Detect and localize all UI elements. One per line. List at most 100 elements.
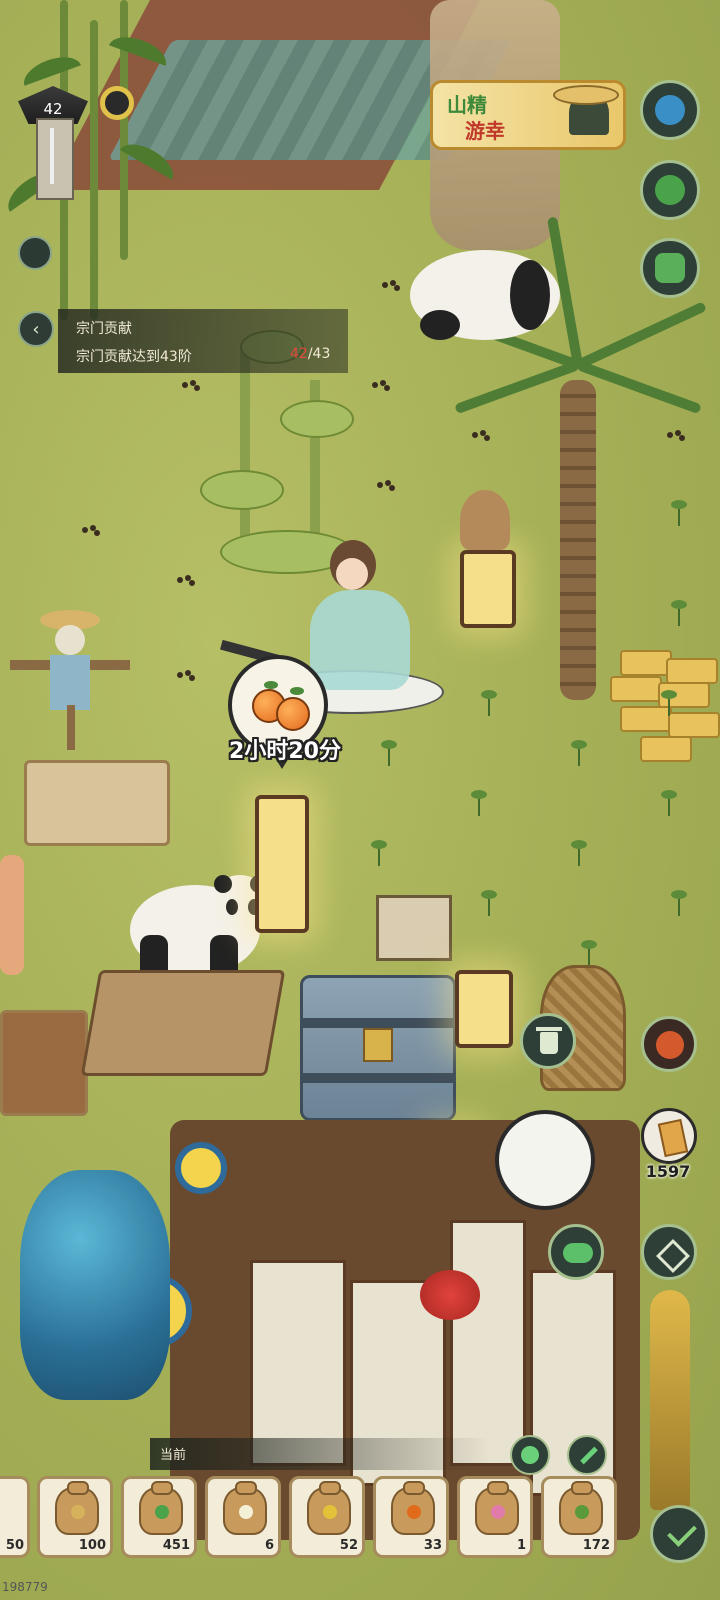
wave-button[interactable] xyxy=(640,80,700,140)
level-banner xyxy=(36,118,74,200)
diamond-button[interactable] xyxy=(641,1224,697,1280)
leaf-icon xyxy=(290,687,304,695)
cloud-button[interactable] xyxy=(548,1224,604,1280)
leaf-icon xyxy=(264,681,278,689)
quest-title: 宗门贡献 xyxy=(76,321,132,337)
wheat-seed-icon xyxy=(71,1505,85,1519)
lotus-seed-icon xyxy=(491,1505,505,1519)
signpost xyxy=(376,895,452,961)
paw-print xyxy=(470,430,492,444)
sprout xyxy=(660,690,678,716)
seed-sack-icon xyxy=(475,1481,519,1535)
pear-seed-icon xyxy=(323,1505,337,1519)
sprout xyxy=(480,690,498,716)
wooden-crate xyxy=(24,760,170,846)
sprout xyxy=(370,840,388,866)
sprout xyxy=(670,500,688,526)
orange-icon xyxy=(276,697,310,731)
peacock-statue xyxy=(20,1170,170,1400)
seed-slot[interactable]: 451 xyxy=(121,1476,197,1558)
seed-sack-icon xyxy=(139,1481,183,1535)
wave-icon xyxy=(655,95,685,125)
seed-slot[interactable]: 6 xyxy=(205,1476,281,1558)
search-button[interactable] xyxy=(100,86,134,120)
quest-progress-total: /43 xyxy=(307,346,331,362)
paw-print xyxy=(180,380,202,394)
leaf-menu-button[interactable] xyxy=(18,236,52,270)
game-scene xyxy=(0,0,720,1600)
event-banner-line2: 游幸 xyxy=(465,119,505,143)
straw-hat-icon xyxy=(553,85,619,105)
seed-count: 33 xyxy=(423,1538,442,1553)
sprout xyxy=(670,600,688,626)
seed-sack-icon xyxy=(391,1481,435,1535)
wooden-crate xyxy=(0,1010,88,1116)
cat-lantern xyxy=(440,490,530,650)
seed-count: 172 xyxy=(582,1538,610,1553)
seed-count: 1 xyxy=(516,1538,526,1553)
quest-description: 宗门贡献达到43阶 xyxy=(76,349,192,365)
work-table xyxy=(80,970,286,1076)
standing-lantern xyxy=(255,795,309,933)
paw-print xyxy=(370,380,392,394)
scroll-icon xyxy=(657,1118,689,1158)
cow-icon xyxy=(655,253,685,283)
seed-slot[interactable]: 100 xyxy=(37,1476,113,1558)
event-banner[interactable]: 山精 游幸 xyxy=(430,80,626,150)
chevron-left-icon: ‹ xyxy=(32,318,40,340)
level-value: 42 xyxy=(43,100,63,118)
tray-header: 当前 xyxy=(150,1438,490,1470)
paw-print xyxy=(380,280,402,294)
scarecrow xyxy=(10,590,130,750)
quest-progress: 42/43 xyxy=(290,346,330,362)
palm-leaf xyxy=(575,301,707,370)
panda-sleeping xyxy=(410,250,560,350)
seed-sack-icon xyxy=(559,1481,603,1535)
sprout xyxy=(670,890,688,916)
tray-header-label: 当前 xyxy=(160,1448,187,1463)
edit-button[interactable] xyxy=(567,1435,607,1475)
bamboo-stalk xyxy=(90,20,98,320)
seed-count: 6 xyxy=(264,1538,274,1553)
quest-tracker[interactable]: 宗门贡献 宗门贡献达到43阶 42/43 xyxy=(58,309,348,373)
harvest-timer-text: 2小时20分 xyxy=(229,739,341,764)
seed-sack-icon xyxy=(307,1481,351,1535)
quest-collapse-button[interactable]: ‹ xyxy=(18,311,54,347)
sprout xyxy=(570,740,588,766)
trash-button[interactable] xyxy=(520,1013,576,1069)
seed-slot[interactable]: 33 xyxy=(373,1476,449,1558)
daisy-seed-icon xyxy=(239,1505,253,1519)
paw-print xyxy=(80,525,102,539)
sprout xyxy=(470,790,488,816)
seed-tray: 100 451 6 52 33 1 172 xyxy=(0,1476,640,1568)
player-id: 198779 xyxy=(2,1580,48,1594)
seed-sack-icon xyxy=(223,1481,267,1535)
confirm-button[interactable] xyxy=(650,1505,708,1563)
sprout xyxy=(380,740,398,766)
cow-button[interactable] xyxy=(640,238,700,298)
quest-progress-current: 42 xyxy=(290,346,308,362)
emote-button[interactable] xyxy=(510,1435,550,1475)
bamboo-leaf xyxy=(19,50,81,86)
seed-slot[interactable]: 1 xyxy=(457,1476,533,1558)
sprout xyxy=(660,790,678,816)
currency-button[interactable] xyxy=(641,1108,697,1164)
npc-child xyxy=(0,855,24,975)
seed-slot[interactable]: 172 xyxy=(541,1476,617,1558)
sprout xyxy=(580,940,598,966)
action-joystick[interactable] xyxy=(495,1110,595,1210)
storage-chest xyxy=(300,975,456,1121)
paw-print xyxy=(175,670,197,684)
standing-lantern xyxy=(455,970,513,1048)
paw-print xyxy=(175,575,197,589)
monster-button[interactable] xyxy=(641,1016,697,1072)
seed-count: 100 xyxy=(78,1538,106,1553)
golden-lamp xyxy=(650,1290,690,1510)
clover-seed-icon xyxy=(155,1505,169,1519)
event-banner-line1: 山精 xyxy=(447,93,487,117)
seed-slot[interactable]: 52 xyxy=(289,1476,365,1558)
moon-window xyxy=(175,1142,227,1194)
pot-button[interactable] xyxy=(640,160,700,220)
palm-tree xyxy=(560,380,596,700)
seed-count: 451 xyxy=(162,1538,190,1553)
